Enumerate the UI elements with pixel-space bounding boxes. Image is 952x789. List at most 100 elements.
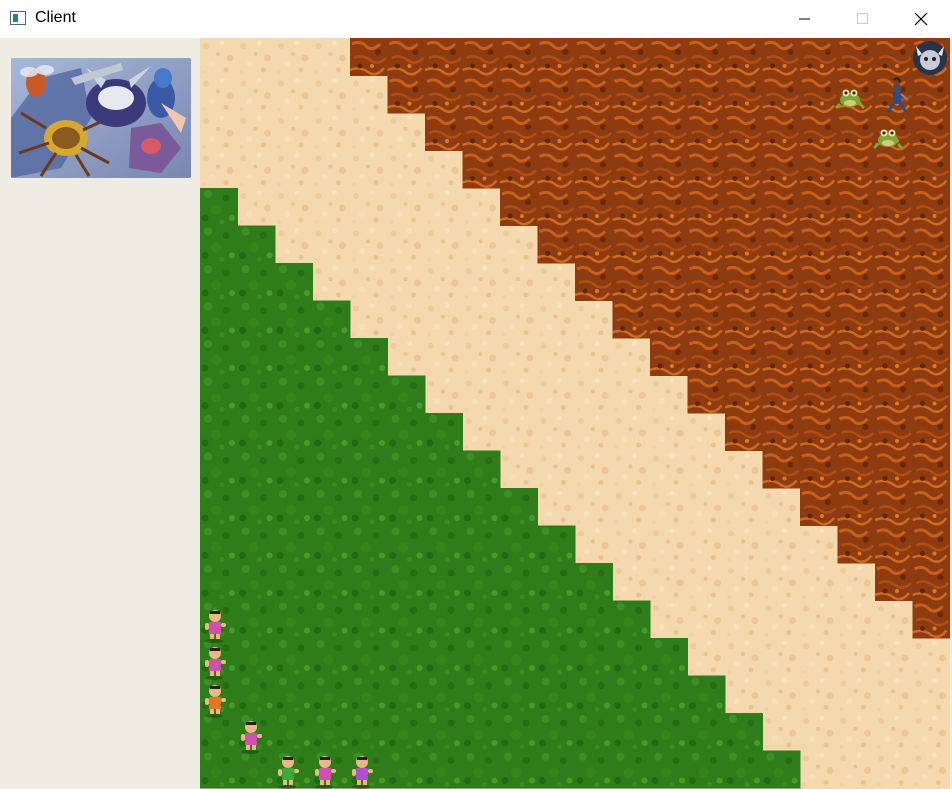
lava-tile	[762, 450, 801, 489]
grass-tile	[350, 413, 388, 451]
lava-tile	[687, 263, 726, 301]
grass-tile	[237, 450, 276, 489]
grass-tile	[387, 600, 426, 639]
close-button[interactable]	[892, 0, 950, 38]
lava-tile	[800, 488, 838, 526]
grass-tile	[500, 525, 538, 564]
grass-tile	[425, 413, 463, 451]
lava-tile	[762, 38, 801, 76]
app-window-icon	[10, 11, 26, 25]
lava-tile	[462, 38, 501, 76]
grass-tile	[462, 638, 501, 676]
lava-tile	[800, 450, 838, 489]
lava-tile	[875, 263, 913, 301]
minimize-button[interactable]	[776, 0, 834, 38]
grass-tile	[575, 675, 613, 714]
lava-tile	[387, 75, 426, 114]
lava-tile	[500, 75, 538, 114]
grass-tile	[650, 638, 688, 676]
grass-tile	[275, 563, 313, 601]
lava-tile	[912, 75, 950, 114]
lava-tile	[650, 338, 688, 376]
grass-tile	[237, 563, 276, 601]
grass-tile	[537, 713, 576, 751]
lava-tile	[650, 38, 688, 76]
grass-tile	[612, 600, 651, 639]
lava-tile	[912, 450, 950, 489]
grass-tile	[500, 563, 538, 601]
lava-tile	[687, 150, 726, 189]
grass-tile	[537, 638, 576, 676]
grass-tile	[237, 488, 276, 526]
grass-tile	[500, 713, 538, 751]
grass-tile	[462, 750, 501, 789]
grass-tile	[312, 338, 351, 376]
grass-tile	[387, 750, 426, 789]
grass-tile	[275, 375, 313, 414]
lava-tile	[762, 300, 801, 339]
grass-tile	[237, 638, 276, 676]
enemy-boss-unit[interactable]	[913, 41, 947, 75]
lava-tile	[875, 413, 913, 451]
lava-tile	[575, 263, 613, 301]
grass-tile	[387, 450, 426, 489]
lava-tile	[537, 188, 576, 226]
lava-tile	[725, 413, 763, 451]
grass-tile	[275, 488, 313, 526]
terrain-map[interactable]	[200, 38, 950, 789]
grass-tile	[237, 375, 276, 414]
lava-tile	[875, 188, 913, 226]
lava-tile	[387, 38, 426, 76]
client-window: Client	[0, 0, 952, 789]
lava-tile	[575, 75, 613, 114]
lava-tile	[912, 525, 950, 564]
lava-tile	[725, 338, 763, 376]
lava-tile	[762, 225, 801, 264]
minimize-icon	[799, 18, 810, 20]
lava-tile	[687, 75, 726, 114]
lava-tile	[800, 75, 838, 114]
maximize-button[interactable]	[834, 0, 892, 38]
lava-tile	[575, 38, 613, 76]
lava-tile	[725, 113, 763, 151]
grass-tile	[537, 525, 576, 564]
lava-tile	[612, 225, 651, 264]
grass-tile	[200, 713, 238, 751]
game-board[interactable]	[200, 38, 950, 789]
title-bar[interactable]: Client	[0, 0, 952, 38]
lava-tile	[837, 225, 876, 264]
lava-tile	[687, 38, 726, 76]
lava-tile	[762, 263, 801, 301]
grass-tile	[200, 563, 238, 601]
grass-tile	[387, 488, 426, 526]
lava-tile	[650, 188, 688, 226]
lava-tile	[875, 338, 913, 376]
grass-tile	[237, 600, 276, 639]
lava-tile	[687, 300, 726, 339]
lava-tile	[725, 150, 763, 189]
lava-tile	[725, 263, 763, 301]
grass-tile	[387, 525, 426, 564]
lava-tile	[425, 113, 463, 151]
lava-tile	[650, 300, 688, 339]
grass-tile	[312, 413, 351, 451]
lava-tile	[912, 413, 950, 451]
grass-tile	[537, 563, 576, 601]
grass-tile	[462, 525, 501, 564]
lava-tile	[912, 188, 950, 226]
lava-tile	[575, 150, 613, 189]
grass-tile	[462, 675, 501, 714]
grass-tile	[500, 675, 538, 714]
lava-tile	[837, 525, 876, 564]
grass-tile	[425, 563, 463, 601]
lava-tile	[800, 413, 838, 451]
grass-tile	[575, 600, 613, 639]
window-title: Client	[35, 9, 76, 26]
grass-tile	[612, 638, 651, 676]
lava-tile	[575, 225, 613, 264]
side-panel	[0, 38, 200, 789]
grass-tile	[312, 713, 351, 751]
lava-tile	[537, 225, 576, 264]
grass-tile	[462, 600, 501, 639]
grass-tile	[312, 600, 351, 639]
